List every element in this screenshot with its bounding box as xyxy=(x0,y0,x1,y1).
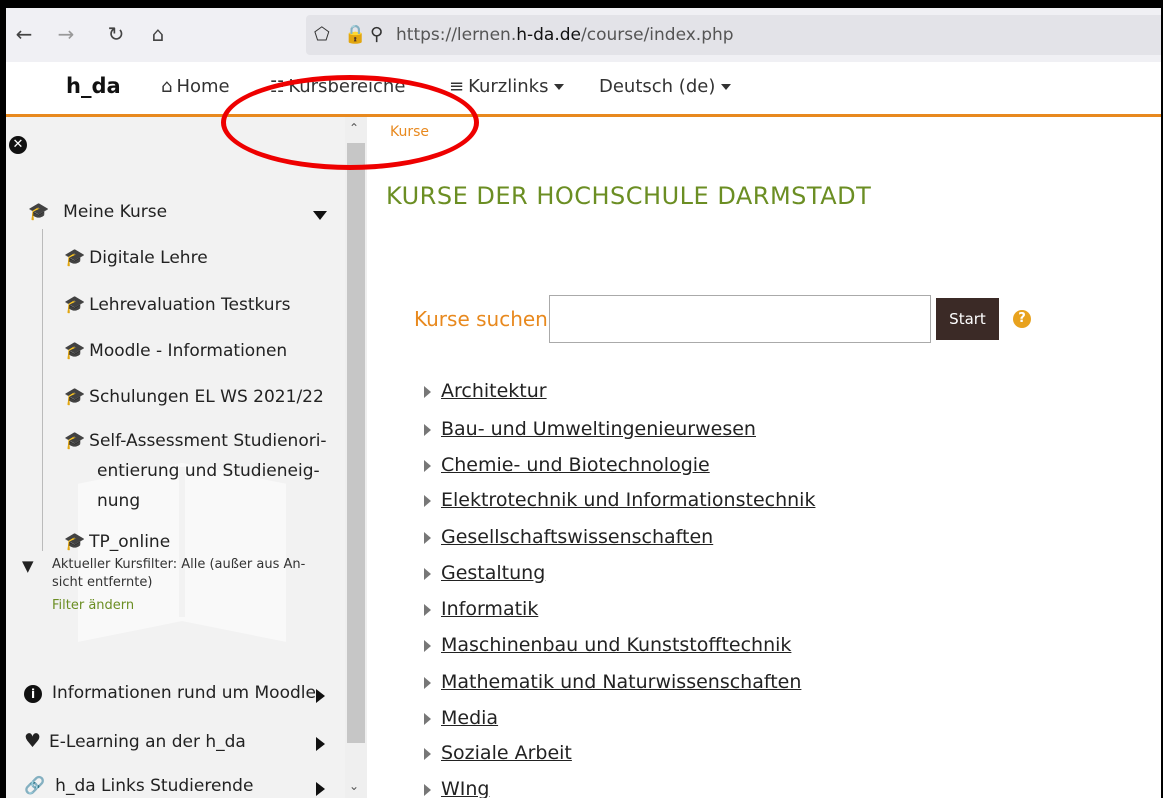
meine-kurse-toggle[interactable]: 🎓 Meine Kurse xyxy=(28,202,167,222)
category-link[interactable]: Soziale Arbeit xyxy=(424,742,572,764)
link-icon: 🔗 xyxy=(24,776,46,796)
section-links[interactable]: 🔗 h_da Links Studierende xyxy=(24,776,253,796)
heart-icon: ♥ xyxy=(24,730,42,752)
category-link[interactable]: Chemie- und Biotechnologie xyxy=(424,454,710,476)
caret-right-icon xyxy=(424,747,431,760)
sitemap-icon: ☷ xyxy=(270,77,285,96)
start-button[interactable]: Start xyxy=(936,298,999,340)
scroll-down-icon[interactable]: ⌄ xyxy=(349,779,359,793)
course-link[interactable]: 🎓 Lehrevaluation Testkurs xyxy=(64,290,290,320)
course-link[interactable]: 🎓 Moodle - Informationen xyxy=(64,336,287,366)
course-link[interactable]: 🎓 TP_online xyxy=(64,527,170,557)
caret-right-icon[interactable] xyxy=(316,689,325,703)
graduation-cap-icon: 🎓 xyxy=(28,202,50,222)
caret-down-icon xyxy=(721,84,732,90)
caret-right-icon xyxy=(424,676,431,689)
nav-kursbereiche[interactable]: ☷ Kursbereiche xyxy=(270,76,405,97)
section-elearning[interactable]: ♥ E-Learning an der h_da xyxy=(24,730,246,752)
caret-right-icon xyxy=(424,385,431,398)
filter-icon: ▼ xyxy=(22,557,34,575)
category-link[interactable]: Maschinenbau und Kunststofftechnik xyxy=(424,634,791,656)
home-icon: ⌂ xyxy=(161,76,173,97)
key-icon[interactable]: ⚲ xyxy=(370,24,383,45)
graduation-cap-icon: 🎓 xyxy=(64,341,86,361)
caret-right-icon xyxy=(424,712,431,725)
graduation-cap-icon: 🎓 xyxy=(64,295,86,315)
shield-icon[interactable]: ⬠ xyxy=(314,24,330,45)
breadcrumb[interactable]: Kurse xyxy=(390,124,429,140)
home-icon[interactable]: ⌂ xyxy=(144,20,172,48)
caret-right-icon xyxy=(424,783,431,796)
category-link[interactable]: Elektrotechnik und Informationstechnik xyxy=(424,489,815,511)
nav-kurzlinks[interactable]: ≡ Kurzlinks xyxy=(449,76,565,97)
graduation-cap-icon: 🎓 xyxy=(64,431,86,451)
lock-icon[interactable]: 🔒 xyxy=(344,24,366,45)
scroll-up-icon[interactable]: ⌃ xyxy=(349,121,359,135)
category-link[interactable]: Bau- und Umweltingenieurwesen xyxy=(424,418,756,440)
category-link[interactable]: Media xyxy=(424,707,498,729)
category-link[interactable]: Architektur xyxy=(424,380,547,402)
graduation-cap-icon: 🎓 xyxy=(64,248,86,268)
course-search-input[interactable] xyxy=(549,295,931,343)
page-title: KURSE DER HOCHSCHULE DARMSTADT xyxy=(386,182,872,210)
tree-line xyxy=(42,229,43,551)
nav-drawer: ✕ 🎓 Meine Kurse 🎓 Digitale Lehre 🎓 Lehreval… xyxy=(6,117,345,798)
category-link[interactable]: WIng xyxy=(424,778,490,798)
forward-icon[interactable]: → xyxy=(52,20,80,48)
caret-right-icon[interactable] xyxy=(316,737,325,751)
url-bar[interactable]: ⬠ 🔒 ⚲ https://lernen.h-da.de/course/inde… xyxy=(306,15,1161,55)
graduation-cap-icon: 🎓 xyxy=(64,387,86,407)
site-navbar: h_da ⌂ Home ☷ Kursbereiche ≡ Kurzlinks Deut… xyxy=(6,62,1161,117)
menu-icon: ≡ xyxy=(449,76,465,97)
close-drawer-icon[interactable]: ✕ xyxy=(9,136,27,154)
change-filter-link[interactable]: Filter ändern xyxy=(52,598,134,613)
help-icon[interactable]: ? xyxy=(1013,310,1031,328)
scrollbar-thumb[interactable] xyxy=(347,143,365,743)
url-text[interactable]: https://lernen.h-da.de/course/index.php xyxy=(396,25,734,45)
category-link[interactable]: Gesellschaftswissenschaften xyxy=(424,526,713,548)
course-filter-text: Aktueller Kursfilter: Alle (außer aus An… xyxy=(52,557,306,590)
caret-right-icon xyxy=(424,567,431,580)
browser-toolbar: ← → ↻ ⌂ ⬠ 🔒 ⚲ https://lernen.h-da.de/cou… xyxy=(6,8,1161,63)
caret-down-icon[interactable] xyxy=(313,211,327,220)
category-link[interactable]: Mathematik und Naturwissenschaften xyxy=(424,671,801,693)
nav-home[interactable]: ⌂ Home xyxy=(161,76,230,97)
section-informationen[interactable]: i Informationen rund um Moodle xyxy=(24,683,316,703)
back-icon[interactable]: ← xyxy=(10,20,38,48)
caret-right-icon xyxy=(424,459,431,472)
caret-right-icon xyxy=(424,603,431,616)
caret-down-icon xyxy=(554,84,565,90)
course-link[interactable]: 🎓 Schulungen EL WS 2021/22 xyxy=(64,382,324,412)
category-link[interactable]: Informatik xyxy=(424,598,538,620)
brand-logo[interactable]: h_da xyxy=(66,74,121,98)
course-link[interactable]: 🎓 Self-Assessment Studienori- entierung u… xyxy=(64,426,327,516)
caret-right-icon xyxy=(424,639,431,652)
caret-right-icon xyxy=(424,494,431,507)
drawer-scrollbar[interactable]: ⌃ ⌄ xyxy=(345,117,367,798)
nav-language[interactable]: Deutsch (de) xyxy=(599,76,732,97)
graduation-cap-icon: 🎓 xyxy=(64,532,86,552)
category-link[interactable]: Gestaltung xyxy=(424,562,545,584)
caret-right-icon xyxy=(424,423,431,436)
caret-right-icon[interactable] xyxy=(316,782,325,796)
caret-right-icon xyxy=(424,531,431,544)
course-link[interactable]: 🎓 Digitale Lehre xyxy=(64,243,208,273)
info-icon: i xyxy=(24,685,42,703)
reload-icon[interactable]: ↻ xyxy=(102,20,130,48)
search-label: Kurse suchen xyxy=(414,307,548,331)
